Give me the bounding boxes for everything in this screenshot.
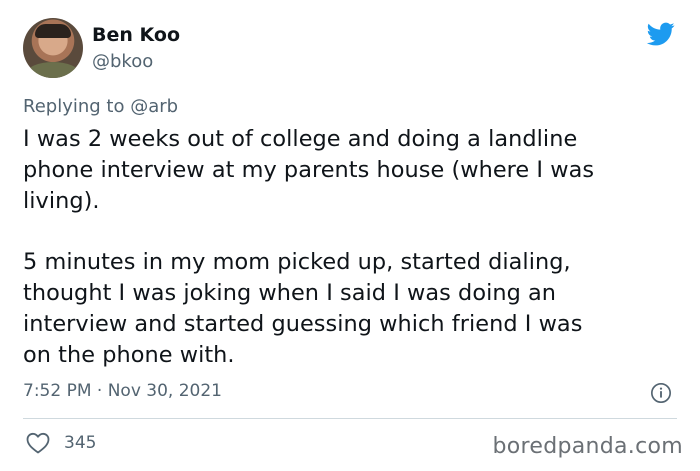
twitter-bird-icon: [646, 22, 675, 46]
avatar[interactable]: [23, 18, 83, 78]
tweet-line: on the phone with.: [23, 341, 235, 368]
heart-icon: [26, 432, 50, 454]
watermark: boredpanda.com: [492, 434, 683, 459]
author-handle[interactable]: @bkoo: [92, 51, 153, 72]
tweet-timestamp[interactable]: 7:52 PM · Nov 30, 2021: [23, 381, 222, 401]
divider: [23, 418, 677, 419]
tweet-line: living).: [23, 187, 100, 214]
tweet-line: interview and started guessing which fri…: [23, 310, 583, 337]
replying-to: Replying to @arb: [23, 96, 178, 117]
tweet-text: I was 2 weeks out of college and doing a…: [23, 124, 683, 370]
tweet-line: phone interview at my parents house (whe…: [23, 156, 595, 183]
tweet-line: thought I was joking when I said I was d…: [23, 279, 557, 306]
replying-to-label: Replying to: [23, 96, 131, 117]
info-icon[interactable]: [650, 382, 672, 404]
author-display-name[interactable]: Ben Koo: [92, 24, 180, 46]
tweet-line: I was 2 weeks out of college and doing a…: [23, 126, 578, 152]
like-count: 345: [64, 433, 97, 453]
like-button[interactable]: 345: [26, 432, 96, 454]
reply-mention-link[interactable]: @arb: [130, 96, 178, 117]
tweet-line: 5 minutes in my mom picked up, started d…: [23, 249, 571, 276]
